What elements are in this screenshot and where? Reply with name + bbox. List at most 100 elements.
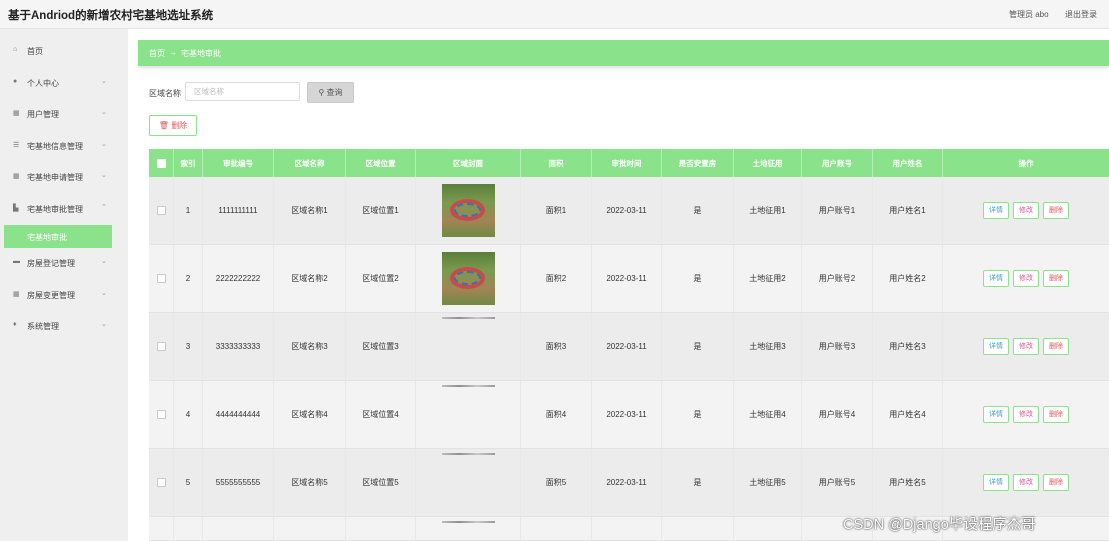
- col-header-resettle[interactable]: 是否安置房: [662, 149, 734, 177]
- delete-button[interactable]: 删除: [1043, 406, 1069, 423]
- col-header-area[interactable]: 面积: [521, 149, 592, 177]
- sidebar-item-label: 系统管理: [27, 322, 59, 331]
- edit-button[interactable]: 修改: [1013, 270, 1039, 287]
- row-select-cell: [149, 449, 174, 516]
- sidebar-item-homestead-apply[interactable]: ▦ 宅基地申请管理 ⌄: [0, 166, 128, 190]
- cover-image[interactable]: [441, 449, 495, 502]
- delete-button[interactable]: 删除: [1043, 270, 1069, 287]
- cell-name: 用户姓名3: [873, 313, 943, 380]
- edit-button[interactable]: 修改: [1013, 474, 1039, 491]
- col-header-time[interactable]: 审批时间: [592, 149, 662, 177]
- cell-cover: [416, 313, 521, 380]
- logout-link[interactable]: 退出登录: [1065, 9, 1097, 20]
- sidebar-item-home[interactable]: ⌂ 首页: [0, 40, 128, 64]
- cell-area: [521, 517, 592, 540]
- list-icon: ☰: [13, 142, 20, 149]
- sidebar-item-profile[interactable]: ● 个人中心 ⌄: [0, 72, 128, 96]
- cell-land: 土地征用5: [734, 449, 802, 516]
- edit-button[interactable]: 修改: [1013, 338, 1039, 355]
- sidebar-item-label: 房屋登记管理: [27, 259, 75, 268]
- row-checkbox[interactable]: [156, 274, 166, 283]
- col-header-location[interactable]: 区域位置: [346, 149, 416, 177]
- col-header-region[interactable]: 区域名称: [274, 149, 346, 177]
- row-checkbox[interactable]: [156, 206, 166, 215]
- sidebar-item-house-register[interactable]: ▬ 房屋登记管理 ⌄: [0, 252, 128, 276]
- cell-actions: 详情 修改 删除: [943, 245, 1109, 312]
- detail-button[interactable]: 详情: [983, 270, 1009, 287]
- cell-location: 区域位置4: [346, 381, 416, 448]
- detail-button[interactable]: 详情: [983, 202, 1009, 219]
- search-icon: ⚲: [318, 88, 325, 97]
- batch-delete-button[interactable]: 🗑 删除: [149, 115, 197, 136]
- cell-time: 2022-03-11: [592, 449, 662, 516]
- detail-button[interactable]: 详情: [983, 474, 1009, 491]
- delete-button[interactable]: 删除: [1043, 474, 1069, 491]
- pin-icon: ♦: [13, 321, 17, 328]
- breadcrumb-home[interactable]: 首页: [149, 48, 165, 59]
- col-header-actions: 操作: [1018, 158, 1034, 168]
- delete-button[interactable]: 删除: [1043, 202, 1069, 219]
- sidebar-subitem-label: 宅基地审批: [27, 233, 67, 242]
- search-input[interactable]: [185, 82, 300, 101]
- cell-cover: [416, 381, 521, 448]
- breadcrumb-separator: →: [169, 48, 177, 57]
- cell-code: [203, 517, 274, 540]
- row-checkbox[interactable]: [156, 478, 166, 487]
- cell-account: 用户账号2: [802, 245, 873, 312]
- cell-actions: 详情 修改 删除: [943, 449, 1109, 516]
- sidebar-item-users[interactable]: ▦ 用户管理 ⌄: [0, 103, 128, 127]
- cell-time: 2022-03-11: [592, 381, 662, 448]
- row-select-cell: [149, 177, 174, 244]
- sidebar-item-system[interactable]: ♦ 系统管理 ⌄: [0, 315, 128, 339]
- sidebar-item-homestead-info[interactable]: ☰ 宅基地信息管理 ⌄: [0, 135, 128, 159]
- cell-location: 区域位置3: [346, 313, 416, 380]
- col-header-code[interactable]: 审批编号: [203, 149, 274, 177]
- grid-icon: ▦: [13, 173, 20, 180]
- cell-index: 4: [174, 381, 203, 448]
- detail-button[interactable]: 详情: [983, 338, 1009, 355]
- col-header-name[interactable]: 用户姓名: [873, 149, 943, 177]
- user-icon: ●: [13, 78, 18, 85]
- breadcrumb-current: 宅基地审批: [181, 49, 221, 58]
- table-header: 索引 审批编号 区域名称 区域位置 区域封面 面积 审批时间 是否安置房 土地征…: [149, 149, 1109, 177]
- chevron-down-icon: ⌄: [101, 258, 107, 265]
- main-content: 首页 → 宅基地审批 区域名称 ⚲ 查询 🗑 删除 索引 审批编号 区域名称 区…: [128, 29, 1109, 541]
- cell-time: 2022-03-11: [592, 245, 662, 312]
- edit-button[interactable]: 修改: [1013, 202, 1039, 219]
- cover-image[interactable]: [441, 184, 495, 237]
- edit-button[interactable]: 修改: [1013, 406, 1039, 423]
- select-all-checkbox[interactable]: [156, 158, 166, 168]
- delete-button[interactable]: 删除: [1043, 338, 1069, 355]
- home-icon: ⌂: [13, 46, 18, 53]
- col-header-cover[interactable]: 区域封面: [416, 149, 521, 177]
- cover-image[interactable]: [441, 381, 495, 434]
- col-header-land[interactable]: 土地征用: [734, 149, 802, 177]
- table-row: 2 2222222222 区域名称2 区域位置2 面积2 2022-03-11 …: [149, 245, 1109, 313]
- building-icon: ▙: [13, 205, 19, 212]
- cell-time: [592, 517, 662, 540]
- grid-icon: ▦: [13, 291, 20, 298]
- cover-image[interactable]: [441, 517, 495, 527]
- sidebar-subitem-approval[interactable]: 宅基地审批: [4, 225, 112, 248]
- sidebar: ⌂ 首页 ● 个人中心 ⌄ ▦ 用户管理 ⌄ ☰ 宅基地信息管理 ⌄ ▦ 宅基地…: [0, 29, 128, 541]
- admin-user[interactable]: 管理员 abo: [1009, 9, 1049, 20]
- cell-code: 4444444444: [203, 381, 274, 448]
- cell-name: 用户姓名2: [873, 245, 943, 312]
- cell-location: 区域位置1: [346, 177, 416, 244]
- cell-land: 土地征用3: [734, 313, 802, 380]
- cell-cover: [416, 449, 521, 516]
- col-header-account[interactable]: 用户账号: [802, 149, 873, 177]
- cover-image[interactable]: [441, 252, 495, 305]
- detail-button[interactable]: 详情: [983, 406, 1009, 423]
- row-checkbox[interactable]: [156, 342, 166, 351]
- cell-cover: [416, 517, 521, 540]
- cover-image[interactable]: [441, 313, 495, 366]
- search-button[interactable]: ⚲ 查询: [307, 82, 354, 103]
- row-checkbox[interactable]: [156, 410, 166, 419]
- cell-code: 5555555555: [203, 449, 274, 516]
- sidebar-item-house-change[interactable]: ▦ 房屋变更管理 ⌄: [0, 284, 128, 308]
- cell-index: 2: [174, 245, 203, 312]
- sidebar-item-label: 个人中心: [27, 79, 59, 88]
- sidebar-item-homestead-approval[interactable]: ▙ 宅基地审批管理 ⌃: [0, 198, 128, 222]
- cell-area: 面积1: [521, 177, 592, 244]
